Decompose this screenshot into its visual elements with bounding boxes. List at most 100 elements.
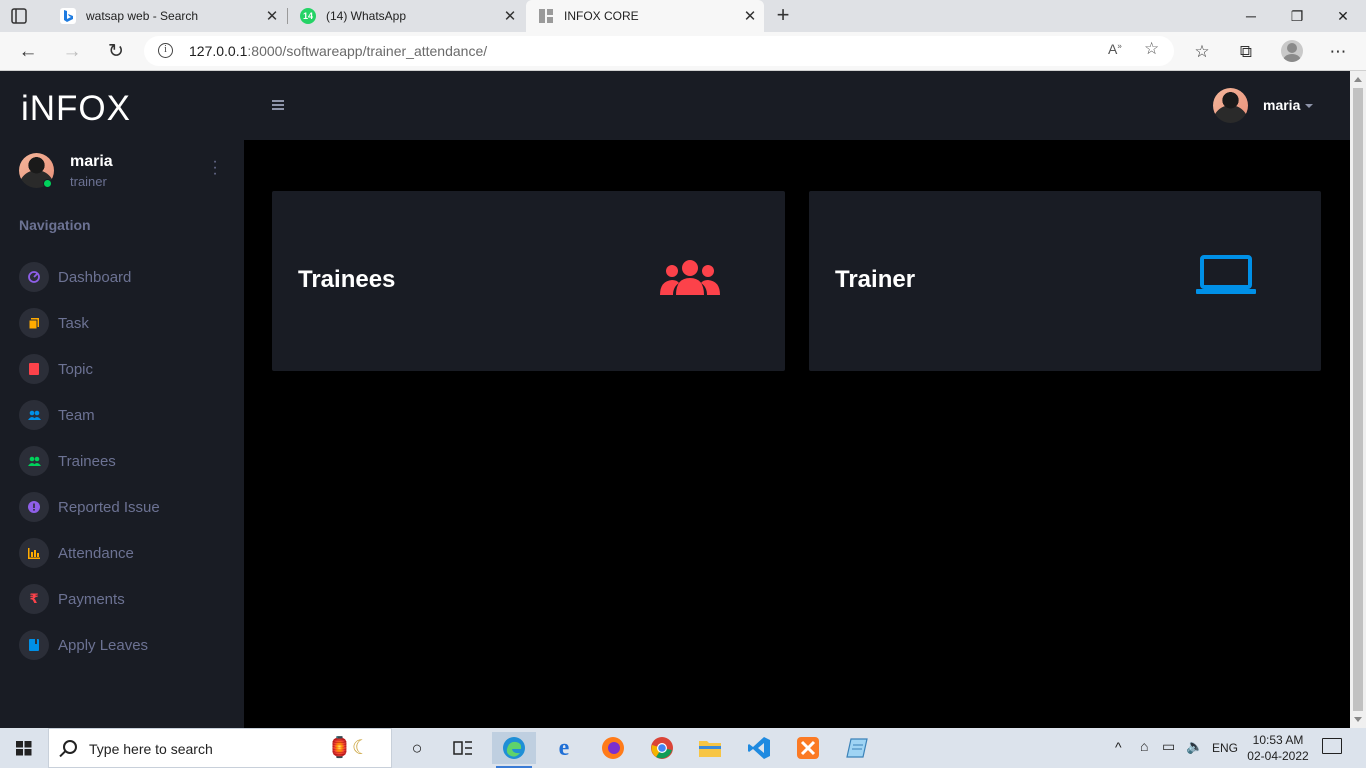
sidebar-item-topic[interactable]: Topic: [19, 353, 239, 385]
scrollbar-thumb[interactable]: [1353, 88, 1363, 711]
close-tab-icon[interactable]: ✕: [496, 7, 524, 25]
xampp-icon[interactable]: [786, 732, 830, 764]
book-icon: [19, 354, 49, 384]
sidebar-item-label: Reported Issue: [58, 498, 160, 516]
browser-tab-bar: watsap web - Search ✕ 14 (14) WhatsApp ✕…: [0, 0, 1366, 32]
user-name[interactable]: maria: [1263, 97, 1300, 113]
chrome-icon[interactable]: [640, 732, 684, 764]
online-status-dot: [43, 179, 52, 188]
notepad-app-icon[interactable]: [835, 732, 879, 764]
scroll-down-icon[interactable]: [1354, 717, 1362, 722]
task-icon: [19, 308, 49, 338]
trainees-card[interactable]: Trainees: [272, 191, 785, 371]
edge-taskbar-icon[interactable]: [492, 732, 536, 768]
forward-button[interactable]: →: [58, 38, 86, 66]
sidebar-item-apply-leaves[interactable]: Apply Leaves: [19, 629, 239, 661]
sidebar-item-label: Payments: [58, 590, 125, 608]
taskbar-search[interactable]: Type here to search 🏮☾: [48, 728, 392, 768]
sidebar-item-payments[interactable]: ₹ Payments: [19, 583, 239, 615]
sidebar-item-label: Trainees: [58, 452, 116, 470]
sidebar-item-team[interactable]: Team: [19, 399, 239, 431]
internet-explorer-icon[interactable]: e: [542, 732, 586, 764]
profile-role: trainer: [70, 174, 107, 189]
wifi-icon[interactable]: ▭: [1162, 738, 1175, 768]
url-text[interactable]: 127.0.0.1:8000/softwareapp/trainer_atten…: [189, 43, 487, 59]
more-options-icon[interactable]: ⋯: [1326, 40, 1350, 64]
restore-button[interactable]: ❐: [1274, 0, 1320, 32]
top-navbar: maria: [244, 71, 1350, 140]
scroll-up-icon[interactable]: [1354, 77, 1362, 82]
laptop-icon: [1196, 255, 1256, 300]
volume-icon[interactable]: 🔈: [1186, 738, 1203, 768]
tab-title: (14) WhatsApp: [326, 9, 407, 23]
menu-toggle-icon[interactable]: [272, 100, 284, 110]
calendar-icon: [19, 630, 49, 660]
firefox-icon[interactable]: [591, 732, 635, 764]
taskbar-clock[interactable]: 10:53 AM 02-04-2022: [1240, 732, 1316, 764]
tab-actions-icon[interactable]: [10, 7, 28, 25]
browser-tab-search[interactable]: watsap web - Search ✕: [48, 0, 286, 32]
new-tab-button[interactable]: +: [770, 2, 796, 30]
rupee-icon: ₹: [19, 584, 49, 614]
caret-down-icon[interactable]: [1305, 104, 1313, 108]
browser-toolbar: ← → ↻ i 127.0.0.1:8000/softwareapp/train…: [0, 32, 1366, 71]
browser-tab-infox[interactable]: INFOX CORE ✕: [526, 0, 764, 32]
browser-tab-whatsapp[interactable]: 14 (14) WhatsApp ✕: [288, 0, 524, 32]
language-indicator[interactable]: ENG: [1212, 741, 1238, 768]
card-title: Trainer: [835, 266, 916, 293]
whatsapp-icon: 14: [300, 8, 316, 24]
clock-time: 10:53 AM: [1252, 733, 1304, 747]
trainer-card[interactable]: Trainer: [809, 191, 1321, 371]
refresh-button[interactable]: ↻: [102, 38, 130, 66]
read-aloud-icon[interactable]: A»: [1108, 41, 1122, 57]
windows-start-button[interactable]: [0, 728, 48, 768]
avatar[interactable]: [1213, 88, 1248, 123]
sidebar-item-trainees[interactable]: Trainees: [19, 445, 239, 477]
app-root: iNFOX maria trainer · · · Navigation Dashb…: [0, 71, 1350, 728]
sidebar-item-reported-issue[interactable]: Reported Issue: [19, 491, 239, 523]
close-window-button[interactable]: ✕: [1320, 0, 1366, 32]
team-icon: [19, 400, 49, 430]
sidebar-item-label: Task: [58, 314, 89, 332]
favorites-icon[interactable]: ☆: [1190, 40, 1214, 64]
show-hidden-icons-icon[interactable]: ^: [1115, 739, 1122, 768]
sidebar-item-label: Attendance: [58, 544, 134, 562]
alert-icon: [19, 492, 49, 522]
cortana-icon[interactable]: ○: [395, 732, 439, 764]
network-status-icon[interactable]: ⌂: [1140, 738, 1148, 768]
search-highlight-icon[interactable]: 🏮☾: [327, 735, 370, 760]
trainees-icon: [19, 446, 49, 476]
windows-taskbar: Type here to search 🏮☾ ○ e ^ ⌂ ▭ 🔈 ENG 1…: [0, 728, 1366, 768]
add-favorite-icon[interactable]: ☆: [1144, 39, 1159, 59]
task-view-icon[interactable]: [441, 732, 485, 764]
sidebar-item-attendance[interactable]: Attendance: [19, 537, 239, 569]
search-placeholder: Type here to search: [89, 741, 213, 757]
clock-date: 02-04-2022: [1247, 749, 1309, 763]
back-button[interactable]: ←: [14, 38, 42, 66]
people-group-icon: [660, 259, 720, 300]
profile-name: maria: [70, 153, 113, 170]
more-vertical-icon[interactable]: · · ·: [211, 154, 219, 182]
sidebar-profile: maria trainer · · ·: [19, 153, 229, 193]
close-tab-icon[interactable]: ✕: [258, 7, 286, 25]
tab-title: watsap web - Search: [86, 9, 199, 23]
address-bar[interactable]: i 127.0.0.1:8000/softwareapp/trainer_att…: [144, 36, 1174, 66]
nav-heading: Navigation: [19, 217, 91, 233]
app-logo[interactable]: iNFOX: [21, 89, 131, 129]
close-tab-icon[interactable]: ✕: [736, 7, 764, 25]
sidebar-item-dashboard[interactable]: Dashboard: [19, 261, 239, 293]
sidebar-item-task[interactable]: Task: [19, 307, 239, 339]
file-explorer-icon[interactable]: [688, 732, 732, 764]
chart-bar-icon: [19, 538, 49, 568]
vscode-icon[interactable]: [737, 732, 781, 764]
page-scrollbar[interactable]: [1350, 71, 1366, 728]
tab-title: INFOX CORE: [564, 9, 639, 23]
sidebar-item-label: Dashboard: [58, 268, 132, 286]
notifications-icon[interactable]: [1322, 738, 1342, 754]
sidebar-item-label: Team: [58, 406, 95, 424]
collections-icon[interactable]: ⧉: [1234, 40, 1258, 64]
profile-avatar-icon[interactable]: [1281, 40, 1303, 62]
minimize-button[interactable]: ─: [1228, 0, 1274, 32]
site-info-icon[interactable]: i: [158, 43, 173, 58]
sidebar-item-label: Topic: [58, 360, 94, 378]
